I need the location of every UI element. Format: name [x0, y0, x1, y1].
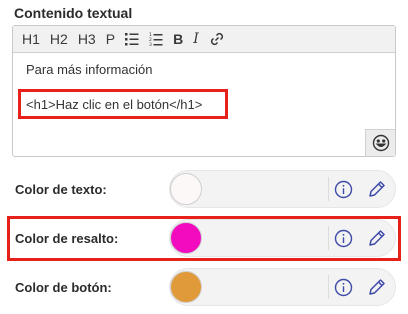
section-label: Contenido textual — [14, 5, 133, 21]
heading2-button[interactable]: H2 — [45, 28, 73, 50]
divider — [328, 275, 329, 299]
text-color-row: Color de texto: — [0, 168, 408, 212]
link-icon — [210, 32, 223, 46]
editor-content[interactable]: Para más información <h1>Haz clic en el … — [13, 53, 395, 156]
svg-text:3: 3 — [149, 42, 152, 47]
edit-icon[interactable] — [367, 277, 387, 297]
info-icon[interactable] — [334, 278, 353, 297]
smiley-icon — [372, 134, 389, 152]
button-color-row: Color de botón: — [0, 266, 408, 310]
paragraph-button[interactable]: P — [101, 28, 120, 50]
text-color-picker[interactable] — [169, 170, 396, 208]
text-color-label: Color de texto: — [15, 182, 107, 197]
divider — [328, 177, 329, 201]
editor-line: Para más información — [26, 62, 153, 77]
button-color-swatch[interactable] — [170, 271, 202, 303]
edit-icon[interactable] — [367, 179, 387, 199]
heading1-button[interactable]: H1 — [17, 28, 45, 50]
heading3-button[interactable]: H3 — [73, 28, 101, 50]
link-button[interactable] — [204, 28, 230, 50]
bullet-list-button[interactable] — [120, 28, 144, 50]
editor-toolbar: H1 H2 H3 P 1 2 3 B I — [13, 26, 395, 53]
bold-button[interactable]: B — [168, 28, 188, 50]
emoji-button[interactable] — [365, 129, 395, 156]
rich-text-editor[interactable]: H1 H2 H3 P 1 2 3 B I Para más informació… — [12, 25, 396, 157]
editor-line-html: <h1>Haz clic en el botón</h1> — [26, 97, 203, 112]
button-color-picker[interactable] — [169, 268, 396, 306]
info-icon[interactable] — [334, 229, 353, 248]
edit-icon[interactable] — [367, 228, 387, 248]
highlight-color-picker[interactable] — [169, 219, 396, 257]
highlight-color-label: Color de resalto: — [15, 231, 119, 246]
italic-button[interactable]: I — [188, 28, 204, 50]
highlight-color-swatch[interactable] — [170, 222, 202, 254]
highlight-color-row: Color de resalto: — [0, 217, 408, 261]
text-color-swatch[interactable] — [170, 173, 202, 205]
divider — [328, 226, 329, 250]
info-icon[interactable] — [334, 180, 353, 199]
numbered-list-icon: 1 2 3 — [149, 32, 163, 47]
button-color-label: Color de botón: — [15, 280, 112, 295]
bullet-list-icon — [125, 33, 139, 46]
numbered-list-button[interactable]: 1 2 3 — [144, 28, 168, 50]
